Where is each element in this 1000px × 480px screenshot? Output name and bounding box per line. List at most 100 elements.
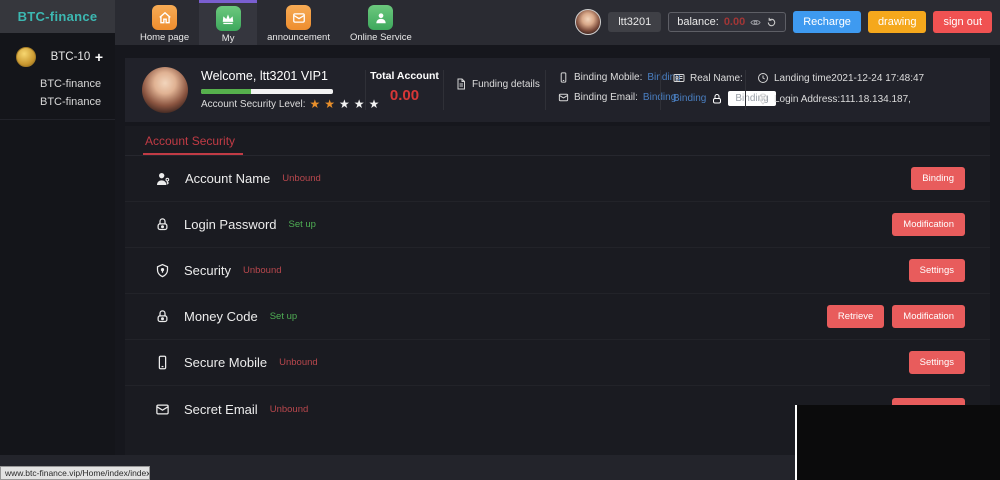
clock-icon — [757, 72, 769, 84]
landing-time-row: Landing time2021-12-24 17:48:47 — [757, 72, 924, 84]
binding-button[interactable]: Binding — [911, 167, 965, 190]
nav-home-page[interactable]: Home page — [130, 0, 199, 45]
landing-time-text: Landing time2021-12-24 17:48:47 — [774, 73, 924, 84]
row-status: Set up — [289, 219, 316, 230]
shield-icon — [155, 263, 170, 278]
sidebar: BTC-10 + BTC-finance BTC-finance — [0, 33, 115, 455]
lock-icon — [155, 217, 170, 232]
binding-mobile-email-section: Binding Mobile: Binding Binding Email: B… — [558, 72, 681, 103]
tab-underline — [143, 153, 243, 155]
security-level-row: Account Security Level: ★ ★ ★ ★ ★ — [201, 98, 379, 110]
row-money-code: Money Code Set up Retrieve Modification — [125, 294, 990, 340]
security-progress-fill — [201, 89, 251, 94]
login-info-section: Landing time2021-12-24 17:48:47 Login Ad… — [757, 72, 924, 105]
sidebar-divider — [0, 119, 115, 120]
star-icon: ★ — [310, 98, 321, 110]
total-account-value: 0.00 — [366, 87, 443, 104]
welcome-text: Welcome, ltt3201 VIP1 — [201, 69, 328, 83]
star-icon: ★ — [354, 98, 365, 110]
nav-online-service[interactable]: Online Service — [340, 0, 422, 45]
home-icon — [152, 5, 177, 30]
real-name-label: Real Name: — [690, 73, 743, 84]
row-account-name: Account Name Unbound Binding — [125, 156, 990, 202]
row-label: Money Code — [184, 309, 258, 324]
row-login-password: Login Password Set up Modification — [125, 202, 990, 248]
black-overlay — [795, 405, 1000, 480]
divider — [443, 70, 444, 110]
id-card-icon — [673, 72, 685, 84]
funding-details-link[interactable]: Funding details — [455, 78, 540, 90]
add-button[interactable]: + — [95, 49, 103, 65]
divider — [745, 70, 746, 110]
envelope-icon — [558, 92, 569, 103]
row-status: Unbound — [270, 404, 309, 415]
user-avatar[interactable] — [575, 9, 601, 35]
modification-button[interactable]: Modification — [892, 213, 965, 236]
coin-icon — [16, 47, 36, 67]
lock-icon — [711, 93, 723, 105]
row-status: Unbound — [282, 173, 321, 184]
row-label: Login Password — [184, 217, 277, 232]
login-address-text: Login Address:111.18.134.187, — [774, 94, 911, 105]
settings-button[interactable]: Settings — [909, 259, 965, 282]
drawing-button[interactable]: drawing — [868, 11, 927, 33]
divider — [545, 70, 546, 110]
binding-mobile-row: Binding Mobile: Binding — [558, 72, 681, 83]
row-status: Unbound — [279, 357, 318, 368]
sign-out-button[interactable]: sign out — [933, 11, 992, 33]
real-name-binding-link[interactable]: Binding — [673, 93, 706, 104]
sidebar-group-btc-10[interactable]: BTC-10 + — [0, 33, 115, 75]
balance-chip: balance: 0.00 — [668, 12, 786, 32]
security-progress-bar — [201, 89, 333, 94]
row-label: Account Name — [185, 171, 270, 186]
nav-label: Online Service — [350, 32, 412, 43]
recharge-button[interactable]: Recharge — [793, 11, 861, 33]
total-account-section: Total Account 0.00 — [366, 70, 443, 104]
sidebar-group-label: BTC-10 — [46, 51, 95, 63]
row-label: Secure Mobile — [184, 355, 267, 370]
tab-account-security[interactable]: Account Security — [145, 134, 235, 148]
sidebar-item-btc-finance[interactable]: BTC-finance — [0, 75, 115, 93]
retrieve-button[interactable]: Retrieve — [827, 305, 884, 328]
total-account-label: Total Account — [366, 70, 443, 82]
binding-email-row: Binding Email: Binding — [558, 92, 681, 103]
status-bar-url: www.btc-finance.vip/Home/index/index.do# — [0, 466, 150, 480]
nav-label: Home page — [140, 32, 189, 43]
sidebar-item-btc-finance[interactable]: BTC-finance — [0, 93, 115, 111]
divider — [660, 70, 661, 110]
mobile-icon — [558, 72, 569, 83]
user-group: ltt3201 balance: 0.00 Recharge drawing s… — [575, 9, 992, 35]
refresh-icon[interactable] — [766, 17, 777, 28]
envelope-icon — [155, 402, 170, 417]
account-summary-card: Welcome, ltt3201 VIP1 Account Security L… — [125, 58, 990, 122]
profile-avatar[interactable] — [142, 67, 188, 113]
binding-mobile-label: Binding Mobile: — [574, 72, 642, 83]
row-label: Secret Email — [184, 402, 258, 417]
row-security: Security Unbound Settings — [125, 248, 990, 294]
top-navigation-bar: Home page My announcement Online Service… — [115, 0, 1000, 45]
document-icon — [455, 78, 467, 90]
app-logo[interactable]: BTC-finance — [0, 0, 115, 33]
settings-button[interactable]: Settings — [909, 351, 965, 374]
nav-label: announcement — [267, 32, 330, 43]
binding-email-label: Binding Email: — [574, 92, 638, 103]
funding-details-label: Funding details — [472, 79, 540, 90]
online-service-icon — [368, 5, 393, 30]
mobile-icon — [155, 355, 170, 370]
star-icon: ★ — [339, 98, 350, 110]
announcement-mail-icon — [286, 5, 311, 30]
modification-button[interactable]: Modification — [892, 305, 965, 328]
nav-my[interactable]: My — [199, 0, 257, 45]
star-icon: ★ — [324, 98, 335, 110]
nav-announcement[interactable]: announcement — [257, 0, 340, 45]
crown-icon — [216, 6, 241, 31]
balance-label: balance: — [677, 16, 719, 28]
tab-bar: Account Security — [125, 126, 990, 156]
user-key-icon — [155, 171, 171, 187]
lock-icon — [155, 309, 170, 324]
login-address-row: Login Address:111.18.134.187, — [757, 93, 924, 105]
row-secure-mobile: Secure Mobile Unbound Settings — [125, 340, 990, 386]
username-chip: ltt3201 — [608, 12, 661, 32]
location-pin-icon — [757, 93, 769, 105]
eye-icon[interactable] — [750, 17, 761, 28]
